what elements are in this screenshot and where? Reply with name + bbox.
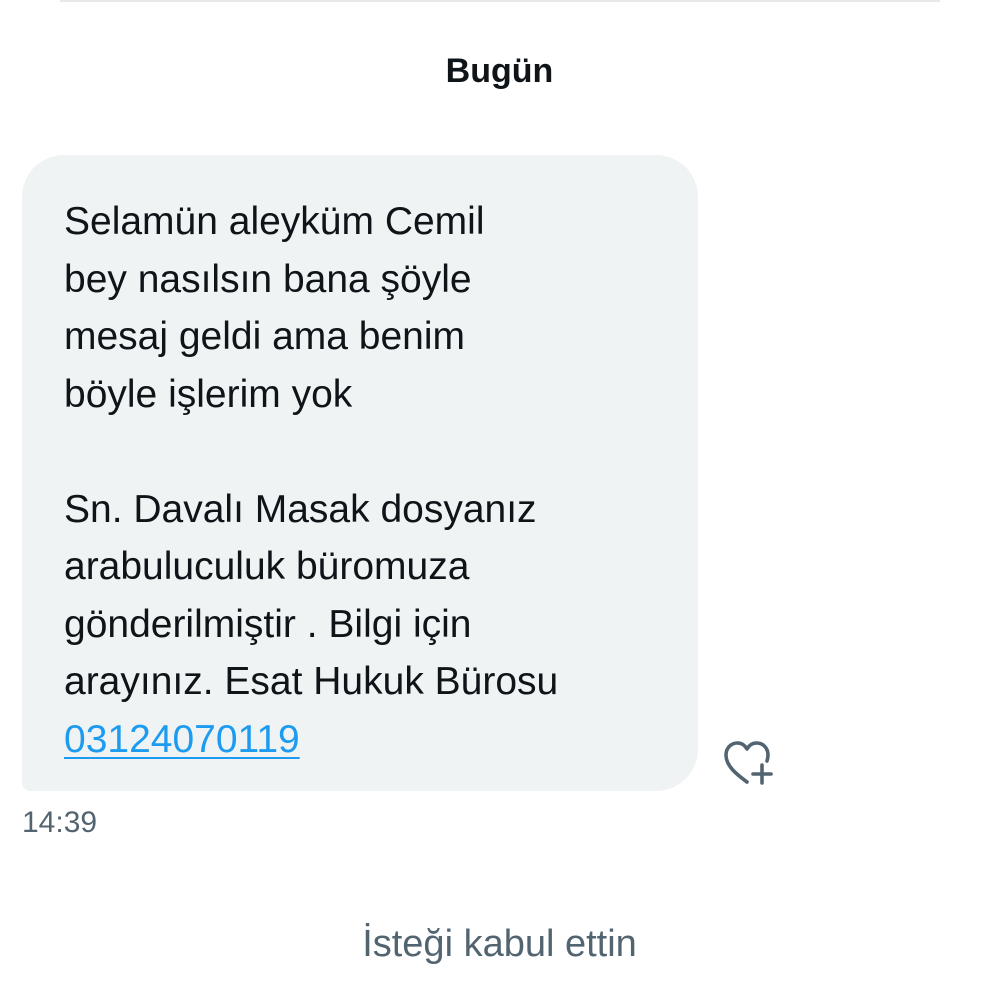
message-line: Selamün aleyküm Cemil xyxy=(64,200,485,243)
add-reaction-button[interactable] xyxy=(722,738,776,788)
message-timestamp: 14:39 xyxy=(22,806,98,839)
message-line: Sn. Davalı Masak dosyanız xyxy=(64,487,537,531)
message-line: bey nasılsın bana şöyle xyxy=(64,257,472,301)
top-divider xyxy=(60,0,940,2)
message-line: gönderilmiştir . Bilgi için xyxy=(64,602,472,646)
request-accepted-note: İsteği kabul ettin xyxy=(362,923,637,965)
date-header: Bugün xyxy=(445,52,554,90)
message-bubble[interactable]: Selamün aleyküm Cemil bey nasılsın bana … xyxy=(22,155,698,791)
message-line: arayınız. Esat Hukuk Bürosu xyxy=(64,660,559,703)
heart-plus-icon xyxy=(724,741,773,785)
message-line: böyle işlerim yok xyxy=(64,372,353,416)
message-line: arabuluculuk büromuza xyxy=(64,545,470,588)
phone-number-link[interactable]: 03124070119 xyxy=(64,718,300,761)
message-line: mesaj geldi ama benim xyxy=(64,315,466,358)
